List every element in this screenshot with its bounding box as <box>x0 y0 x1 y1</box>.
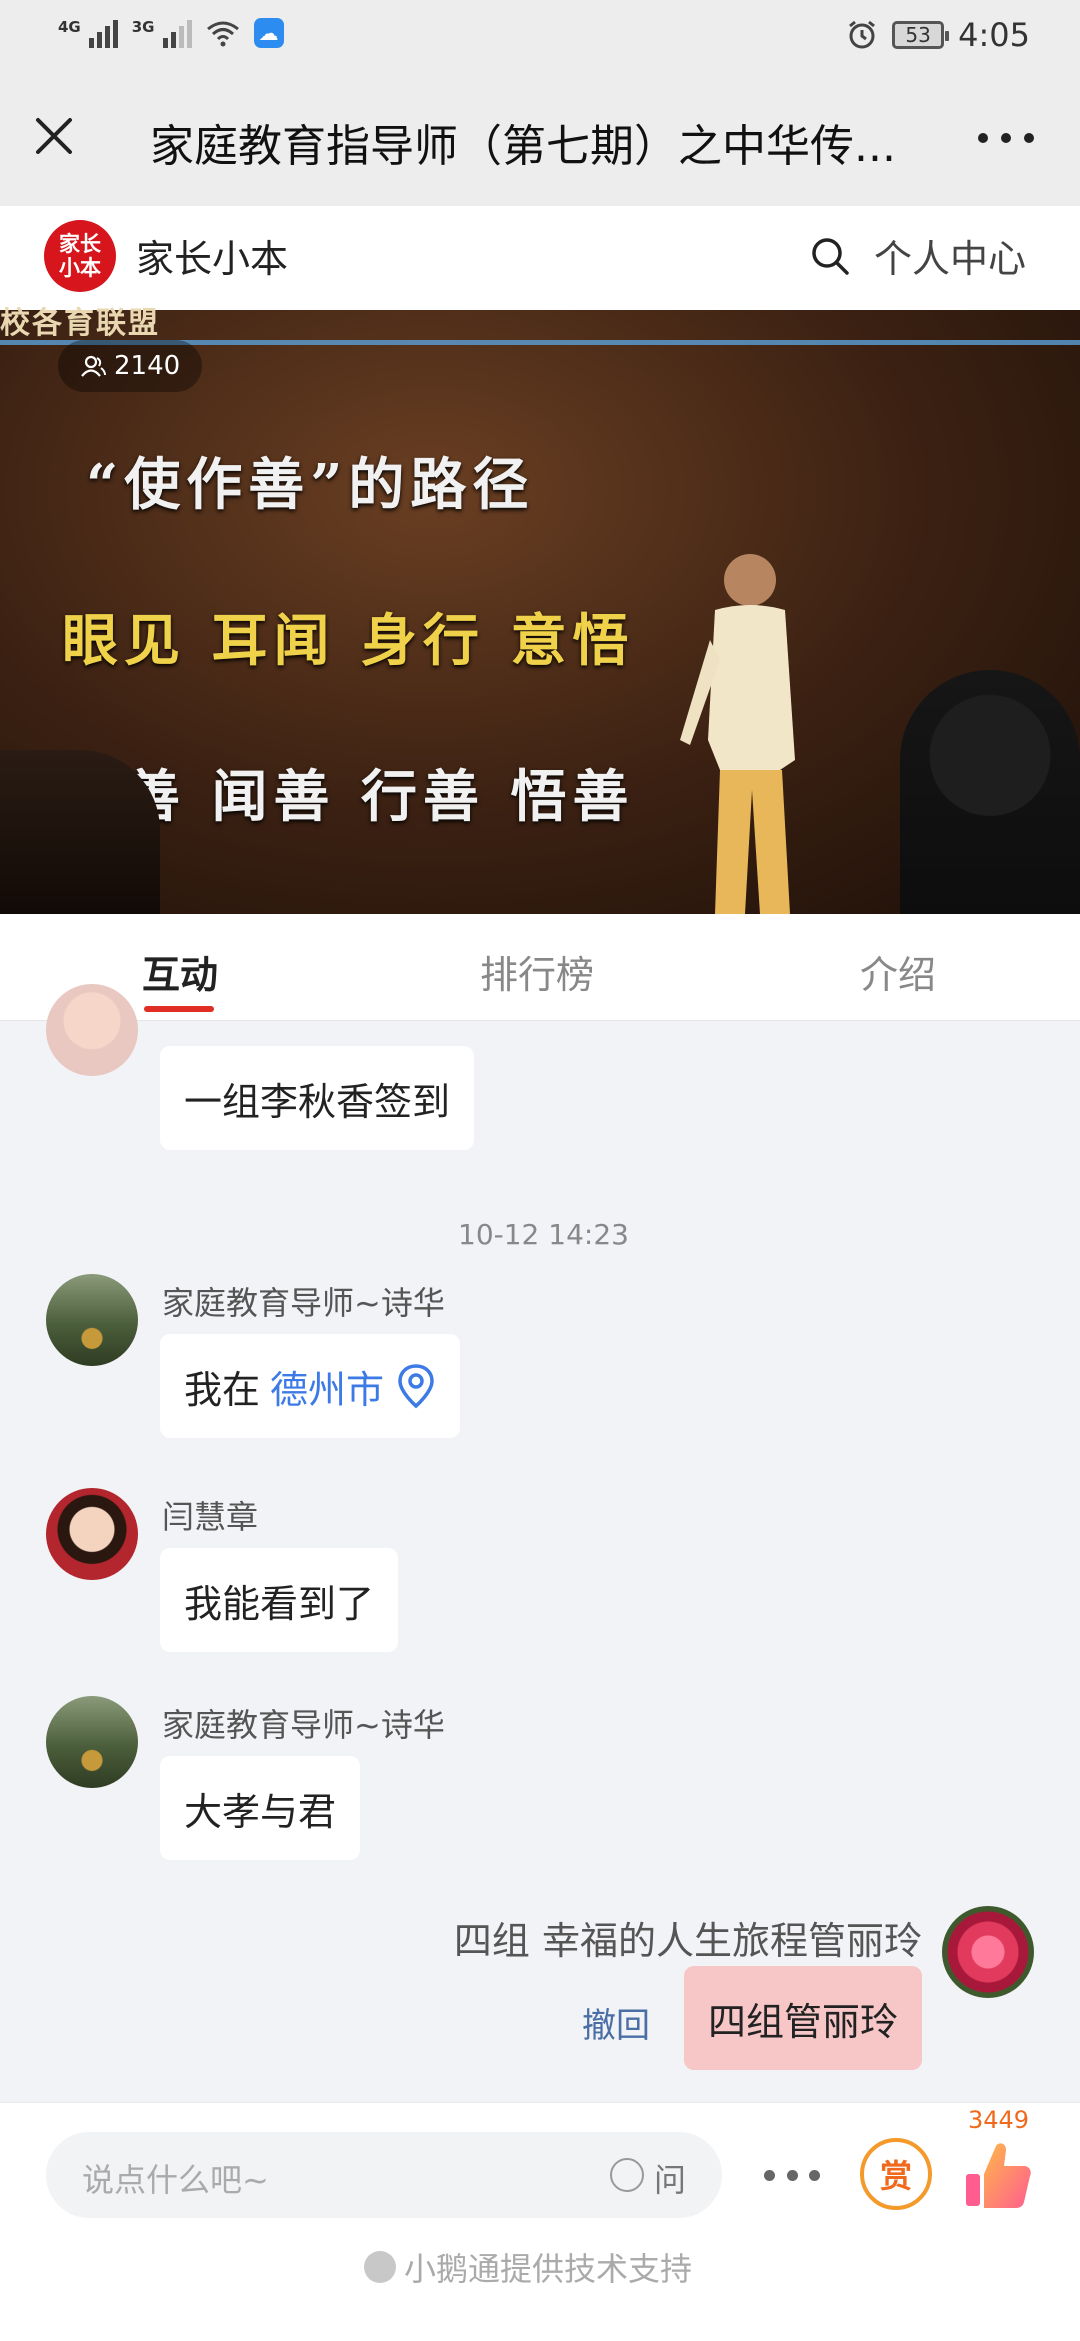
sender-name: 四组 幸福的人生旅程管丽玲 <box>453 1919 922 1963</box>
clock: 4:05 <box>958 16 1030 54</box>
speaker-figure <box>680 554 795 914</box>
footer-text: 小鹅通提供技术支持 <box>404 2250 693 2288</box>
avatar[interactable] <box>46 1274 138 1366</box>
like-count: 3449 <box>968 2106 1030 2134</box>
tab-ranking[interactable]: 排行榜 <box>480 944 594 999</box>
message-bubble: 大孝与君 <box>160 1756 361 1860</box>
viewer-count-badge: 2140 <box>58 340 203 392</box>
slide-header-text: 校各育联盟 <box>0 306 160 341</box>
viewers-icon <box>81 355 106 377</box>
active-tab-indicator <box>144 1006 214 1012</box>
shop-name[interactable]: 家长小本 <box>136 228 288 283</box>
status-bar-left: 4G 3G ☁ <box>58 18 284 48</box>
logo-text: 家长小本 <box>59 232 101 280</box>
location-pin-icon <box>398 1364 434 1409</box>
slide-line-2: 眼见 耳闻 身行 意悟 <box>62 608 635 674</box>
status-bar-right: 53 4:05 <box>846 16 1030 54</box>
signal-icon <box>88 18 118 48</box>
message-text: 我在 <box>184 1367 261 1412</box>
alarm-icon <box>849 20 876 49</box>
ask-toggle-label[interactable]: 问 <box>654 2155 686 2201</box>
sender-name: 家庭教育导师~诗华 <box>162 1284 445 1322</box>
avatar[interactable] <box>46 984 138 1076</box>
reward-button[interactable]: 赏 <box>860 2138 932 2210</box>
more-options-icon[interactable] <box>978 118 1034 158</box>
avatar[interactable] <box>46 1696 138 1788</box>
network-type-1: 4G <box>58 18 81 36</box>
personal-center-link[interactable]: 个人中心 <box>874 228 1026 283</box>
recall-button[interactable]: 撤回 <box>582 1998 650 2047</box>
shop-logo[interactable]: 家长小本 <box>44 220 116 292</box>
avatar[interactable] <box>46 1488 138 1580</box>
close-icon[interactable] <box>28 110 80 162</box>
ask-toggle-icon[interactable] <box>610 2158 644 2192</box>
battery-icon: 53 <box>892 21 950 49</box>
tab-intro[interactable]: 介绍 <box>860 944 936 999</box>
message-bubble: 一组李秋香签到 <box>160 1046 475 1150</box>
audience-figure-left <box>0 750 160 914</box>
battery-level: 53 <box>905 23 931 47</box>
thumbs-up-icon[interactable] <box>962 2138 1034 2214</box>
xiaoe-logo-icon <box>364 2251 396 2283</box>
avatar[interactable] <box>942 1906 1034 1998</box>
comment-placeholder: 说点什么吧~ <box>82 2161 269 2199</box>
network-type-2: 3G <box>131 18 155 36</box>
sender-name: 闫慧章 <box>162 1498 259 1536</box>
viewer-count: 2140 <box>114 351 181 381</box>
tab-interaction[interactable]: 互动 <box>142 944 218 999</box>
cloud-icon: ☁ <box>253 18 284 48</box>
message-bubble: 我能看到了 <box>160 1548 399 1652</box>
location-link[interactable]: 德州市 <box>270 1359 384 1414</box>
reward-label: 赏 <box>879 2157 912 2195</box>
signal-weak-icon <box>162 18 192 48</box>
audience-figure <box>900 670 1080 914</box>
more-actions-icon[interactable] <box>764 2168 820 2182</box>
own-message-bubble: 四组管丽玲 <box>683 1966 922 2070</box>
sender-name: 家庭教育导师~诗华 <box>162 1706 445 1744</box>
slide-line-1: “使作善”的路径 <box>86 452 535 518</box>
page-title: 家庭教育指导师（第七期）之中华传... <box>150 121 896 172</box>
tech-support-footer: 小鹅通提供技术支持 <box>364 2244 692 2290</box>
wifi-icon <box>206 21 239 47</box>
message-timestamp: 10-12 14:23 <box>458 1218 629 1251</box>
location-message[interactable]: 我在 德州市 <box>160 1334 461 1438</box>
search-icon[interactable] <box>808 234 852 278</box>
